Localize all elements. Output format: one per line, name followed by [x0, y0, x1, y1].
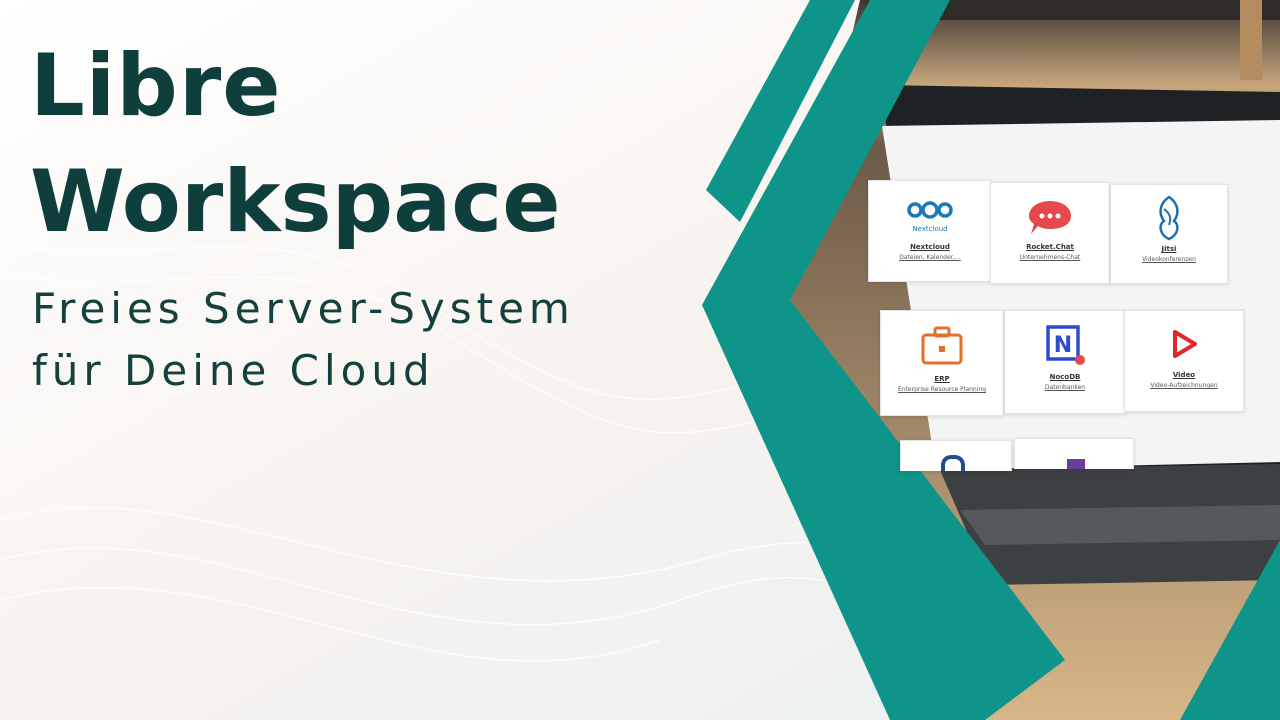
app-tile-nocodb[interactable]: N NocoDB Datenbanken — [1004, 310, 1126, 414]
app-name: Video — [1172, 371, 1196, 379]
app-name: ERP — [934, 375, 950, 383]
nocodb-icon: N — [1005, 323, 1125, 371]
app-name: Nextcloud — [910, 243, 950, 251]
app-description: Videokonferenzen — [1142, 256, 1196, 263]
app-description: Video-Aufzeichnungen — [1150, 382, 1218, 389]
briefcase-icon — [881, 325, 1003, 371]
nextcloud-icon: Nextcloud — [869, 199, 991, 233]
app-tile-partial[interactable] — [900, 440, 1012, 471]
subtitle-line-1: Freies Server-System — [32, 284, 575, 333]
app-tile-erp[interactable]: ERP Enterprise Resource Planning — [880, 310, 1004, 416]
nextcloud-icon-label: Nextcloud — [912, 225, 948, 233]
partial-app-icon — [941, 455, 965, 471]
app-tile-video[interactable]: Video Video-Aufzeichnungen — [1124, 310, 1244, 412]
chat-bubble-icon — [991, 197, 1109, 241]
subtitle-line-2: für Deine Cloud — [32, 346, 435, 395]
app-tile-jitsi[interactable]: Jitsi Videokonferenzen — [1110, 184, 1228, 284]
svg-text:N: N — [1054, 333, 1072, 358]
app-name: Jitsi — [1161, 245, 1177, 253]
app-name: Rocket.Chat — [1026, 243, 1074, 251]
headline-line-2: Workspace — [30, 152, 561, 252]
app-tile-rocket-chat[interactable]: Rocket.Chat Unternehmens-Chat — [990, 182, 1110, 284]
partial-app-icon — [1067, 459, 1085, 469]
play-icon — [1125, 327, 1243, 365]
jitsi-icon — [1111, 195, 1227, 245]
app-description: Dateien, Kalender,... — [899, 254, 961, 261]
app-description: Datenbanken — [1044, 384, 1086, 391]
app-tile-nextcloud[interactable]: Nextcloud Nextcloud Dateien, Kalender,..… — [868, 180, 992, 282]
app-name: NocoDB — [1049, 373, 1081, 381]
headline-line-1: Libre — [30, 36, 282, 136]
app-tile-partial[interactable] — [1014, 438, 1134, 469]
app-description: Enterprise Resource Planning — [897, 386, 987, 393]
app-description: Unternehmens-Chat — [1019, 254, 1081, 261]
